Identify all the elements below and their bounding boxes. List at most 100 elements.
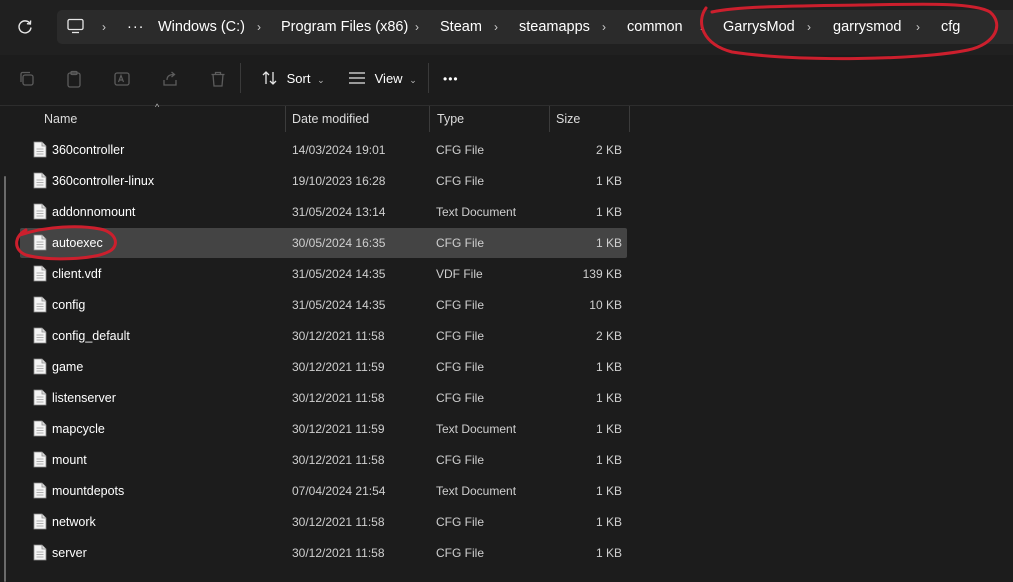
column-divider[interactable] xyxy=(429,106,430,132)
chevron-right-icon[interactable]: › xyxy=(257,10,261,44)
file-type: CFG File xyxy=(436,391,484,405)
paste-button[interactable] xyxy=(63,68,85,90)
file-row[interactable]: addonnomount 31/05/2024 13:14 Text Documen… xyxy=(20,197,627,227)
file-row[interactable]: config_default 30/12/2021 11:58 CFG File 2 … xyxy=(20,321,627,351)
computer-location[interactable] xyxy=(67,18,84,36)
breadcrumb-item[interactable]: Steam xyxy=(440,10,482,44)
sort-button[interactable]: Sort ⌄ xyxy=(261,65,325,93)
chevron-right-icon[interactable]: › xyxy=(700,10,704,44)
file-row[interactable]: network 30/12/2021 11:58 CFG File 1 KB xyxy=(20,507,627,537)
file-row[interactable]: 360controller 14/03/2024 19:01 CFG File 2 K… xyxy=(20,135,627,165)
file-size: 2 KB xyxy=(595,329,622,343)
file-date-modified: 30/12/2021 11:58 xyxy=(292,546,385,560)
file-size: 1 KB xyxy=(595,205,622,219)
file-icon xyxy=(33,389,47,411)
chevron-right-icon[interactable]: › xyxy=(415,10,419,44)
chevron-right-icon[interactable]: › xyxy=(102,10,106,44)
file-type: CFG File xyxy=(436,329,484,343)
copy-button[interactable] xyxy=(16,68,38,90)
file-row[interactable]: autoexec 30/05/2024 16:35 CFG File 1 KB xyxy=(20,228,627,258)
column-divider[interactable] xyxy=(629,106,630,132)
file-row[interactable]: server 30/12/2021 11:58 CFG File 1 KB xyxy=(20,538,627,568)
file-type: CFG File xyxy=(436,143,484,157)
file-type: CFG File xyxy=(436,298,484,312)
chevron-down-icon: ⌄ xyxy=(409,75,417,85)
refresh-icon xyxy=(18,20,32,34)
file-name: autoexec xyxy=(52,236,103,250)
breadcrumb-item[interactable]: common xyxy=(627,10,683,44)
file-row[interactable]: mapcycle 30/12/2021 11:59 Text Document 1 K… xyxy=(20,414,627,444)
file-icon xyxy=(33,296,47,318)
chevron-right-icon[interactable]: › xyxy=(602,10,606,44)
column-divider[interactable] xyxy=(549,106,550,132)
column-divider[interactable] xyxy=(285,106,286,132)
column-header-size[interactable]: Size xyxy=(556,106,580,132)
file-size: 139 KB xyxy=(582,267,622,281)
file-icon xyxy=(33,234,47,256)
file-icon xyxy=(33,451,47,473)
file-date-modified: 19/10/2023 16:28 xyxy=(292,174,386,188)
file-date-modified: 31/05/2024 14:35 xyxy=(292,267,386,281)
file-type: CFG File xyxy=(436,453,484,467)
file-name: config_default xyxy=(52,329,130,343)
view-label: View xyxy=(374,71,403,86)
more-options-button[interactable]: ••• xyxy=(443,65,459,93)
file-date-modified: 30/12/2021 11:59 xyxy=(292,422,385,436)
column-header-date[interactable]: Date modified xyxy=(292,106,369,132)
breadcrumb-item[interactable]: cfg xyxy=(941,10,960,44)
rename-button[interactable] xyxy=(111,68,133,90)
file-date-modified: 07/04/2024 21:54 xyxy=(292,484,386,498)
file-name: network xyxy=(52,515,96,529)
file-size: 1 KB xyxy=(595,360,622,374)
breadcrumb-overflow[interactable]: ··· xyxy=(127,10,145,44)
file-type: CFG File xyxy=(436,515,484,529)
file-row[interactable]: 360controller-linux 19/10/2023 16:28 CFG F… xyxy=(20,166,627,196)
share-button[interactable] xyxy=(159,68,181,90)
breadcrumb-item[interactable]: GarrysMod xyxy=(723,10,795,44)
file-icon xyxy=(33,482,47,504)
file-icon xyxy=(33,141,47,163)
file-name: 360controller-linux xyxy=(52,174,155,188)
file-row[interactable]: mount 30/12/2021 11:58 CFG File 1 KB xyxy=(20,445,627,475)
view-icon xyxy=(349,72,365,84)
breadcrumb-item[interactable]: Program Files (x86) xyxy=(281,10,408,44)
file-row[interactable]: game 30/12/2021 11:59 CFG File 1 KB xyxy=(20,352,627,382)
view-button[interactable]: View ⌄ xyxy=(348,65,417,93)
breadcrumb-item[interactable]: steamapps xyxy=(519,10,590,44)
file-type: CFG File xyxy=(436,174,484,188)
breadcrumb-item[interactable]: Windows (C:) xyxy=(158,10,245,44)
chevron-right-icon[interactable]: › xyxy=(807,10,811,44)
file-size: 1 KB xyxy=(595,236,622,250)
file-type: CFG File xyxy=(436,546,484,560)
file-name: server xyxy=(52,546,87,560)
column-header-name[interactable]: Name xyxy=(44,106,77,132)
file-type: CFG File xyxy=(436,236,484,250)
breadcrumb-item[interactable]: garrysmod xyxy=(833,10,902,44)
file-name: mount xyxy=(52,453,87,467)
file-row[interactable]: config 31/05/2024 14:35 CFG File 10 KB xyxy=(20,290,627,320)
sort-label: Sort xyxy=(286,71,311,86)
file-size: 1 KB xyxy=(595,515,622,529)
chevron-right-icon[interactable]: › xyxy=(916,10,920,44)
file-size: 1 KB xyxy=(595,422,622,436)
file-date-modified: 30/12/2021 11:58 xyxy=(292,329,385,343)
rename-icon xyxy=(114,72,130,86)
file-row[interactable]: mountdepots 07/04/2024 21:54 Text Document… xyxy=(20,476,627,506)
column-header-type[interactable]: Type xyxy=(437,106,464,132)
file-row[interactable]: client.vdf 31/05/2024 14:35 VDF File 139 KB xyxy=(20,259,627,289)
breadcrumb[interactable]: › ··· Windows (C:) › Program Files (x86) › S… xyxy=(57,10,1013,44)
chevron-right-icon[interactable]: › xyxy=(494,10,498,44)
copy-icon xyxy=(20,71,34,86)
file-date-modified: 30/12/2021 11:59 xyxy=(292,360,385,374)
delete-button[interactable] xyxy=(207,68,229,90)
file-list: ^ Name Date modified Type Size 360contro… xyxy=(0,102,1013,582)
file-name: game xyxy=(52,360,84,374)
scrollbar[interactable] xyxy=(4,176,6,582)
file-row[interactable]: listenserver 30/12/2021 11:58 CFG File 1 KB xyxy=(20,383,627,413)
refresh-button[interactable] xyxy=(12,14,38,40)
file-date-modified: 31/05/2024 14:35 xyxy=(292,298,386,312)
file-date-modified: 30/12/2021 11:58 xyxy=(292,391,385,405)
file-size: 2 KB xyxy=(595,143,622,157)
file-size: 1 KB xyxy=(595,484,622,498)
file-icon xyxy=(33,513,47,535)
